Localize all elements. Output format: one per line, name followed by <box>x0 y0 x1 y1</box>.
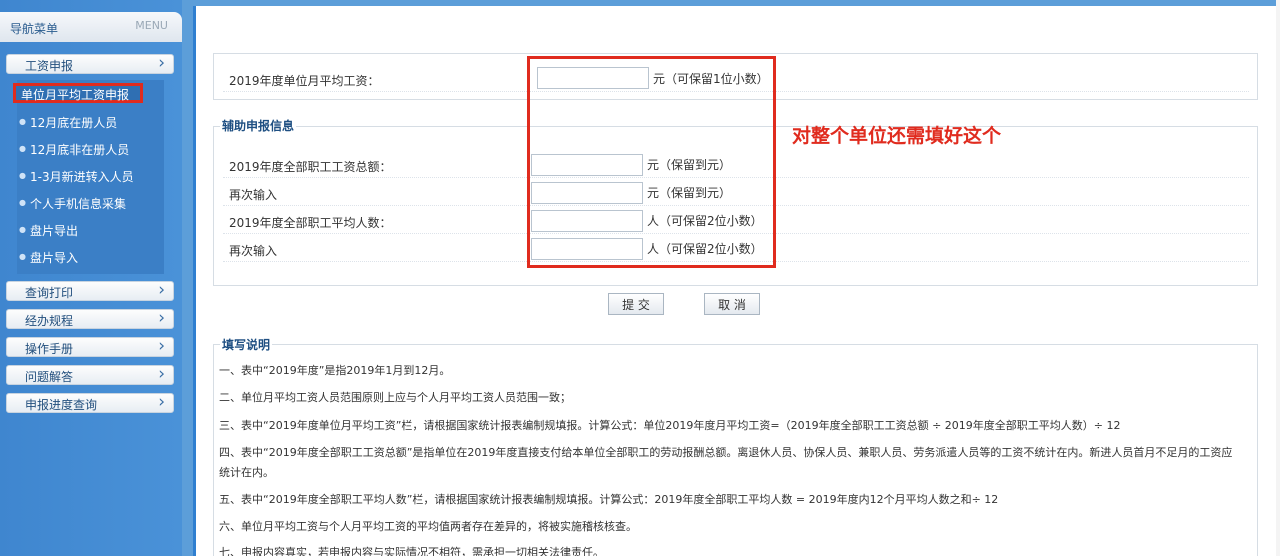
submenu-item-new-transfers[interactable]: ● 1-3月新进转入人员 <box>17 165 164 185</box>
nav-header: 导航菜单 MENU <box>0 12 182 42</box>
instruction-line: 三、表中“2019年度单位月平均工资”栏，请根据国家统计报表编制规填报。计算公式… <box>219 419 1121 432</box>
nav-title: 导航菜单 <box>10 22 59 36</box>
chevron-right-icon: › <box>158 53 165 73</box>
total-wage-label: 2019年度全部职工工资总额： <box>229 160 392 174</box>
nav-section-manual[interactable]: 操作手册 › <box>6 336 174 357</box>
nav-section-query-print[interactable]: 查询打印 › <box>6 280 174 301</box>
nav-section-label: 查询打印 <box>25 286 74 300</box>
submenu-item-phone-info[interactable]: ● 个人手机信息采集 <box>17 192 164 212</box>
submenu-item-label: 12月底在册人员 <box>30 116 118 130</box>
submenu-item-label: 盘片导出 <box>30 224 79 238</box>
instruction-line: 五、表中“2019年度全部职工平均人数”栏，请根据国家统计报表编制规填报。计算公… <box>219 493 999 506</box>
submenu-item-label: 单位月平均工资申报 <box>21 88 130 102</box>
cancel-button[interactable]: 取 消 <box>704 293 760 315</box>
nav-section-label: 问题解答 <box>25 370 74 384</box>
nav-section-procedures[interactable]: 经办规程 › <box>6 308 174 329</box>
submenu-item-disk-export[interactable]: ● 盘片导出 <box>17 219 164 239</box>
annotation-text: 对整个单位还需填好这个 <box>792 125 1002 147</box>
submenu-item-disk-import[interactable]: ● 盘片导入 <box>17 246 164 266</box>
instruction-line: 一、表中“2019年度”是指2019年1月到12月。 <box>219 364 451 377</box>
submit-button[interactable]: 提 交 <box>608 293 664 315</box>
nav-section-label: 申报进度查询 <box>25 398 98 412</box>
submenu-item-registered-dec[interactable]: ● 12月底在册人员 <box>17 111 164 131</box>
submenu-item-label: 1-3月新进转入人员 <box>30 170 134 184</box>
chevron-right-icon: › <box>158 280 165 300</box>
avg-headcount-label: 2019年度全部职工平均人数： <box>229 216 392 230</box>
main-content: 2019年度单位月平均工资： 元（可保留1位小数） 2019年度全部职工工资总额… <box>193 6 1280 556</box>
nav-section-label: 工资申报 <box>25 59 74 73</box>
chevron-right-icon: › <box>158 392 165 412</box>
instruction-line: 七、申报内容真实，若申报内容与实际情况不相符，需承担一切相关法律责任。 <box>219 546 604 556</box>
nav-menu-label: MENU <box>135 19 168 32</box>
wage-submenu: 单位月平均工资申报 ● 12月底在册人员 ● 12月底非在册人员 ● 1-3月新… <box>13 80 164 274</box>
scrollbar[interactable] <box>1276 0 1280 556</box>
avg-wage-label: 2019年度单位月平均工资： <box>229 74 380 88</box>
bullet-icon: ● <box>19 198 26 207</box>
instruction-line: 四、表中“2019年度全部职工工资总额”是指单位在2019年度直接支付给本单位全… <box>219 446 1233 459</box>
bullet-icon: ● <box>19 117 26 126</box>
aux-info-title: 辅助申报信息 <box>220 117 297 134</box>
instruction-line: 统计在内。 <box>219 466 274 479</box>
sidebar-nav: 导航菜单 MENU 工资申报 › 单位月平均工资申报 ● 12月底在册人员 ● … <box>0 0 182 556</box>
chevron-right-icon: › <box>158 364 165 384</box>
submenu-item-label: 个人手机信息采集 <box>30 197 127 211</box>
bullet-icon: ● <box>19 252 26 261</box>
total-wage-confirm-label: 再次输入 <box>229 188 278 202</box>
chevron-right-icon: › <box>158 336 165 356</box>
bullet-icon: ● <box>19 225 26 234</box>
nav-section-label: 经办规程 <box>25 314 74 328</box>
nav-section-faq[interactable]: 问题解答 › <box>6 364 174 385</box>
instructions-title: 填写说明 <box>220 336 273 353</box>
submenu-item-unregistered-dec[interactable]: ● 12月底非在册人员 <box>17 138 164 158</box>
nav-section-label: 操作手册 <box>25 342 74 356</box>
submenu-item-unit-avg-wage[interactable]: 单位月平均工资申报 <box>13 83 143 103</box>
instruction-line: 六、单位月平均工资与个人月平均工资的平均值两者存在差异的，将被实施稽核核查。 <box>219 520 637 533</box>
submenu-item-label: 12月底非在册人员 <box>30 143 130 157</box>
chevron-right-icon: › <box>158 308 165 328</box>
submenu-item-label: 盘片导入 <box>30 251 79 265</box>
bullet-icon: ● <box>19 171 26 180</box>
instruction-line: 二、单位月平均工资人员范围原则上应与个人月平均工资人员范围一致； <box>219 391 571 404</box>
avg-headcount-confirm-label: 再次输入 <box>229 244 278 258</box>
annotation-highlight-box <box>527 56 776 268</box>
nav-section-wage-declaration[interactable]: 工资申报 › <box>6 53 174 74</box>
nav-section-progress-query[interactable]: 申报进度查询 › <box>6 392 174 413</box>
bullet-icon: ● <box>19 144 26 153</box>
